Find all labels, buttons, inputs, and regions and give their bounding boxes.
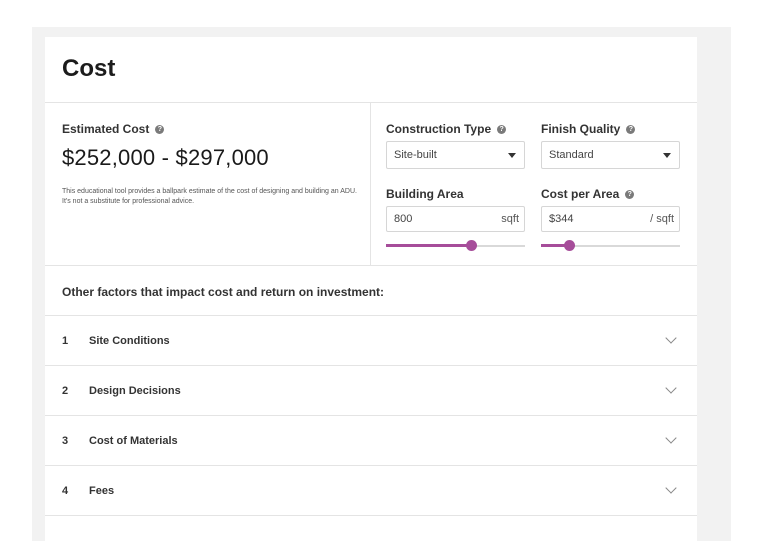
slider-thumb[interactable]: [563, 240, 575, 251]
estimated-cost-label-text: Estimated Cost: [62, 122, 150, 136]
construction-type-label: Construction Type ?: [386, 122, 507, 136]
accordion-item-fees[interactable]: 4 Fees: [45, 466, 697, 516]
accordion-number: 2: [62, 385, 69, 397]
slider-fill: [386, 244, 471, 247]
accordion-label: Site Conditions: [89, 335, 170, 347]
building-area-slider[interactable]: [386, 239, 525, 253]
finish-quality-label-text: Finish Quality: [541, 122, 621, 136]
accordion-label: Design Decisions: [89, 385, 181, 397]
help-icon[interactable]: ?: [497, 124, 507, 134]
cost-card: Cost Estimated Cost ? $252,000 - $297,00…: [45, 37, 697, 541]
caret-down-icon: [663, 153, 671, 158]
chevron-down-icon[interactable]: [665, 432, 677, 444]
building-area-unit: sqft: [501, 213, 519, 225]
help-icon[interactable]: ?: [625, 189, 635, 199]
accordion-label: Fees: [89, 485, 115, 497]
building-area-label-text: Building Area: [386, 187, 464, 201]
inputs-panel: Construction Type ? Site-built Finish Qu…: [371, 103, 697, 265]
estimate-panel: Estimated Cost ? $252,000 - $297,000 Thi…: [45, 103, 371, 265]
finish-quality-select[interactable]: Standard: [541, 141, 680, 169]
building-area-label: Building Area: [386, 187, 464, 201]
factors-heading-row: Other factors that impact cost and retur…: [45, 266, 697, 316]
chevron-down-icon[interactable]: [665, 482, 677, 494]
construction-type-label-text: Construction Type: [386, 122, 492, 136]
construction-type-select[interactable]: Site-built: [386, 141, 525, 169]
factors-accordion: 1 Site Conditions 2 Design Decisions 3 C…: [45, 316, 697, 516]
title-row: Cost: [45, 37, 697, 103]
cost-per-area-unit: / sqft: [650, 213, 674, 225]
accordion-item-cost-of-materials[interactable]: 3 Cost of Materials: [45, 416, 697, 466]
finish-quality-value: Standard: [549, 149, 594, 161]
accordion-label: Cost of Materials: [89, 435, 178, 447]
building-area-input[interactable]: 800 sqft: [386, 206, 525, 232]
building-area-value: 800: [394, 213, 413, 225]
slider-thumb[interactable]: [465, 240, 477, 251]
chevron-down-icon[interactable]: [665, 332, 677, 344]
estimated-cost-label: Estimated Cost ?: [62, 122, 165, 136]
cost-per-area-label-text: Cost per Area: [541, 187, 620, 201]
cost-per-area-number: 344: [555, 213, 574, 225]
accordion-number: 1: [62, 335, 69, 347]
accordion-number: 4: [62, 485, 69, 497]
factors-heading: Other factors that impact cost and retur…: [62, 285, 385, 299]
accordion-item-site-conditions[interactable]: 1 Site Conditions: [45, 316, 697, 366]
cost-per-area-value: $344: [549, 207, 573, 231]
help-icon[interactable]: ?: [626, 124, 636, 134]
estimated-cost-value: $252,000 - $297,000: [62, 145, 269, 170]
accordion-number: 3: [62, 435, 69, 447]
construction-type-value: Site-built: [394, 149, 437, 161]
disclaimer-text: This educational tool provides a ballpar…: [62, 188, 357, 205]
accordion-item-design-decisions[interactable]: 2 Design Decisions: [45, 366, 697, 416]
chevron-down-icon[interactable]: [665, 382, 677, 394]
cost-calculator: Estimated Cost ? $252,000 - $297,000 Thi…: [45, 103, 697, 266]
help-icon[interactable]: ?: [155, 124, 165, 134]
cost-per-area-input[interactable]: $344 / sqft: [541, 206, 680, 232]
cost-per-area-label: Cost per Area ?: [541, 187, 635, 201]
caret-down-icon: [508, 153, 516, 158]
page-title: Cost: [62, 55, 116, 82]
finish-quality-label: Finish Quality ?: [541, 122, 636, 136]
cost-per-area-slider[interactable]: [541, 239, 680, 253]
